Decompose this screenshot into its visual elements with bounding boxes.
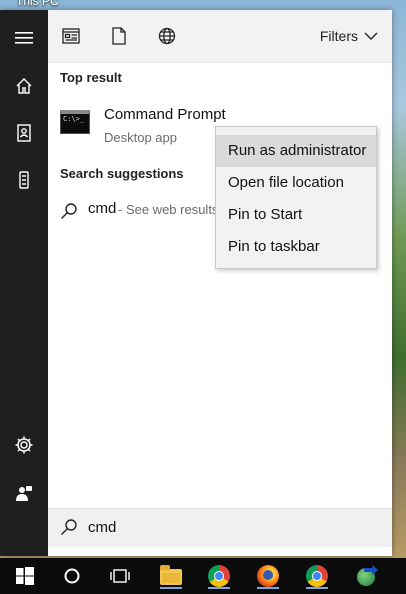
hamburger-menu-icon[interactable] [12, 26, 36, 50]
search-content: Filters Top result C:\>_ Command Prompt … [48, 10, 392, 556]
taskbar [0, 558, 406, 594]
filter-bar: Filters [48, 10, 392, 63]
chrome-icon [208, 565, 230, 587]
feedback-icon[interactable] [12, 482, 36, 506]
firefox-button[interactable] [255, 563, 281, 589]
cortana-circle-icon [64, 568, 80, 584]
run-as-administrator-menu-item[interactable]: Run as administrator [216, 135, 376, 167]
active-indicator [208, 587, 230, 589]
chrome-icon [306, 565, 328, 587]
settings-gear-icon[interactable] [12, 433, 36, 457]
download-manager-icon [356, 565, 378, 587]
firefox-icon [257, 565, 279, 587]
search-box[interactable]: cmd [48, 508, 392, 547]
result-title: Command Prompt [104, 106, 226, 123]
chrome-button[interactable] [206, 563, 232, 589]
filters-dropdown[interactable]: Filters [320, 28, 378, 44]
suggestion-hint: - See web results [118, 202, 219, 217]
task-view-button[interactable] [107, 563, 133, 589]
desktop-icon-label[interactable]: This PC [16, 0, 59, 8]
suggestion-query: cmd [88, 200, 117, 217]
documents-filter-icon[interactable] [108, 25, 130, 47]
active-indicator [160, 587, 182, 589]
cortana-button[interactable] [59, 563, 85, 589]
context-menu: Run as administrator Open file location … [215, 126, 377, 269]
start-button[interactable] [12, 563, 38, 589]
start-search-panel: Filters Top result C:\>_ Command Prompt … [0, 10, 392, 556]
filters-label: Filters [319, 28, 358, 44]
pin-to-taskbar-menu-item[interactable]: Pin to taskbar [216, 231, 376, 263]
active-indicator [257, 587, 279, 589]
result-subtitle: Desktop app [104, 130, 177, 145]
command-prompt-icon-text: C:\>_ [63, 115, 85, 123]
active-indicator [306, 587, 328, 589]
notebook-icon[interactable] [12, 121, 36, 145]
file-explorer-button[interactable] [158, 563, 184, 589]
windows-logo-icon [16, 567, 34, 585]
search-suggestions-heading: Search suggestions [60, 166, 184, 181]
search-icon [61, 519, 77, 535]
pin-to-start-menu-item[interactable]: Pin to Start [216, 199, 376, 231]
apps-filter-icon[interactable] [60, 25, 82, 47]
search-icon [61, 203, 77, 219]
home-icon[interactable] [12, 74, 36, 98]
search-input-value[interactable]: cmd [88, 519, 116, 536]
chevron-down-icon [364, 32, 378, 40]
folder-icon [160, 565, 182, 585]
left-rail [0, 10, 48, 556]
top-result-heading: Top result [60, 70, 122, 85]
task-view-icon [110, 569, 130, 583]
command-prompt-icon: C:\>_ [60, 110, 90, 134]
reminders-icon[interactable] [12, 168, 36, 192]
open-file-location-menu-item[interactable]: Open file location [216, 167, 376, 199]
chrome-profile-button[interactable] [304, 563, 330, 589]
web-filter-icon[interactable] [156, 25, 178, 47]
download-manager-button[interactable] [354, 563, 380, 589]
